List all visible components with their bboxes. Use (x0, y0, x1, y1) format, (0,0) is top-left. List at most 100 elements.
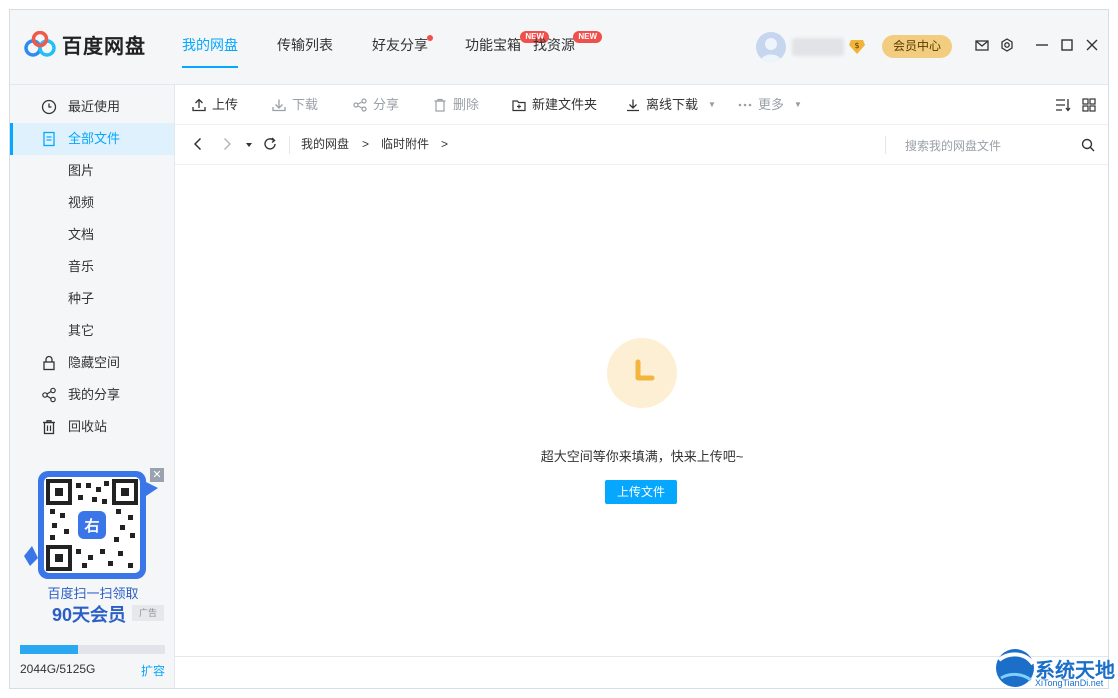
app-window: 百度网盘 我的网盘 传输列表 好友分享 功能宝箱 NEW 找资源 NEW $ 会员中… (9, 9, 1109, 689)
tab-label: 功能宝箱 (465, 37, 521, 53)
new-folder-button[interactable]: 新建文件夹 (512, 85, 597, 124)
sidebar-item-label: 隐藏空间 (68, 355, 121, 370)
sidebar-item-music[interactable]: 音乐 (10, 251, 174, 283)
ad-line2: 90天会员 (52, 605, 127, 625)
sidebar: 最近使用 全部文件 图片 视频 文档 音乐 种子 其它 隐藏空间 我的分享 回收… (10, 85, 175, 688)
breadcrumb-temp-attachments[interactable]: 临时附件 (381, 125, 429, 164)
grid-view-icon[interactable] (1082, 98, 1096, 112)
close-icon[interactable] (1085, 38, 1099, 52)
ad-line1: 百度扫一扫领取 (47, 586, 139, 601)
sort-icon[interactable] (1055, 98, 1071, 112)
upload-label: 上传 (212, 97, 239, 112)
back-icon[interactable] (193, 137, 203, 151)
sidebar-item-torrents[interactable]: 种子 (10, 283, 174, 315)
sidebar-item-label: 音乐 (68, 259, 95, 274)
file-icon (43, 131, 55, 147)
empty-state-message: 超大空间等你来填满，快来上传吧~ (540, 449, 744, 464)
avatar[interactable] (756, 32, 786, 62)
upload-file-button[interactable]: 上传文件 (605, 480, 677, 504)
delete-label: 删除 (453, 97, 480, 112)
download-button[interactable]: 下载 (272, 85, 318, 124)
app-name: 百度网盘 (62, 36, 146, 58)
baidu-cloud-logo-icon (24, 30, 56, 57)
sidebar-item-documents[interactable]: 文档 (10, 219, 174, 251)
tab-transfer-list[interactable]: 传输列表 (277, 10, 333, 84)
sidebar-item-hidden-space[interactable]: 隐藏空间 (10, 347, 174, 379)
vip-gem-symbol: $ (854, 41, 859, 50)
refresh-icon[interactable] (263, 137, 277, 151)
download-icon (272, 99, 286, 111)
share-icon (42, 387, 56, 403)
tab-friend-share[interactable]: 好友分享 (372, 10, 433, 84)
qr-code: 右 (38, 471, 146, 579)
sidebar-item-other[interactable]: 其它 (10, 315, 174, 347)
sidebar-item-my-share[interactable]: 我的分享 (10, 379, 174, 411)
qr-center-logo: 右 (84, 518, 100, 535)
search-icon[interactable] (1081, 138, 1095, 152)
lock-icon (43, 355, 55, 371)
mail-icon[interactable] (975, 38, 989, 52)
tab-label: 找资源 (533, 37, 575, 53)
new-folder-label: 新建文件夹 (532, 97, 598, 112)
main-nav: 我的网盘 传输列表 好友分享 功能宝箱 NEW 找资源 NEW (182, 10, 602, 84)
chevron-down-icon[interactable]: ▼ (794, 85, 802, 124)
sidebar-item-label: 全部文件 (68, 131, 121, 146)
offline-download-button[interactable]: 离线下载 ▼ (626, 85, 716, 124)
trash-icon (434, 98, 446, 112)
delete-button[interactable]: 删除 (433, 85, 479, 124)
app-logo: 百度网盘 (24, 30, 146, 59)
tab-toolbox[interactable]: 功能宝箱 NEW (465, 10, 549, 84)
watermark: 系统天地 XiTongTianDi.net (985, 630, 1115, 692)
storage-progress-fill (20, 645, 78, 654)
vip-center-button[interactable]: 会员中心 (882, 35, 952, 58)
sidebar-item-label: 我的分享 (68, 387, 121, 402)
sidebar-item-label: 最近使用 (68, 99, 121, 114)
sidebar-item-all-files[interactable]: 全部文件 (10, 123, 174, 155)
minimize-icon[interactable] (1035, 38, 1049, 52)
ad-decoration-icon (146, 482, 158, 496)
share-label: 分享 (373, 97, 400, 112)
tab-my-disk[interactable]: 我的网盘 (182, 10, 238, 84)
more-label: 更多 (758, 97, 785, 112)
sidebar-item-label: 视频 (68, 195, 95, 210)
top-bar: 百度网盘 我的网盘 传输列表 好友分享 功能宝箱 NEW 找资源 NEW $ 会员中… (10, 10, 1108, 85)
forward-icon[interactable] (222, 137, 232, 151)
storage-progress (20, 645, 165, 654)
more-button[interactable]: 更多 ▼ (738, 85, 802, 124)
user-avatar-icon (760, 38, 782, 62)
trash-icon (43, 420, 55, 435)
sidebar-item-videos[interactable]: 视频 (10, 187, 174, 219)
sidebar-item-label: 文档 (68, 227, 95, 242)
share-icon (353, 97, 367, 112)
tab-label: 传输列表 (277, 37, 333, 53)
chevron-down-icon[interactable]: ▼ (708, 85, 716, 124)
sidebar-item-recycle-bin[interactable]: 回收站 (10, 411, 174, 443)
divider (885, 136, 886, 154)
promo-ad[interactable]: ✕ 右 百度扫一扫领取 90天会员 广告 (20, 468, 166, 628)
upload-button[interactable]: 上传 (192, 85, 238, 124)
history-dropdown-icon[interactable] (245, 141, 253, 149)
clock-icon (41, 99, 57, 115)
expand-storage-link[interactable]: 扩容 (141, 662, 165, 679)
watermark-url: XiTongTianDi.net (1035, 678, 1104, 688)
breadcrumb-my-disk[interactable]: 我的网盘 (301, 125, 349, 164)
sidebar-item-label: 回收站 (68, 419, 108, 434)
notification-dot (427, 35, 433, 41)
maximize-icon[interactable] (1060, 38, 1074, 52)
share-button[interactable]: 分享 (353, 85, 399, 124)
ad-tag: 广告 (132, 605, 164, 621)
sidebar-item-recent[interactable]: 最近使用 (10, 91, 174, 123)
download-label: 下载 (292, 97, 319, 112)
tab-label: 我的网盘 (182, 37, 238, 53)
sidebar-item-label: 图片 (68, 163, 95, 178)
tab-label: 好友分享 (372, 37, 428, 53)
tab-find-resources[interactable]: 找资源 NEW (533, 10, 602, 84)
vip-gem-icon: $ (849, 40, 865, 54)
offline-download-icon (627, 99, 639, 111)
sidebar-item-images[interactable]: 图片 (10, 155, 174, 187)
settings-icon[interactable] (1000, 38, 1014, 52)
sidebar-item-label: 种子 (68, 291, 95, 306)
search-input[interactable] (903, 134, 1077, 158)
divider (289, 136, 290, 154)
offline-download-label: 离线下载 (646, 97, 699, 112)
